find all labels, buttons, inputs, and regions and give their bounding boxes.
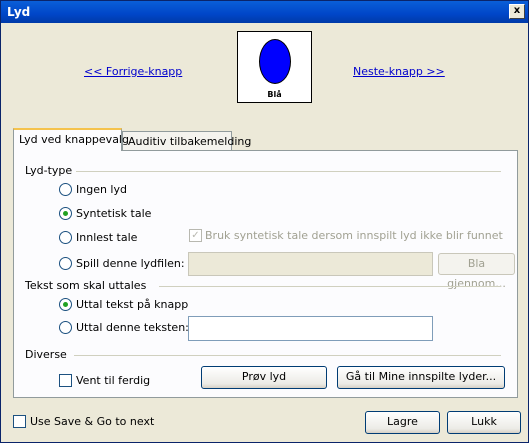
radio-synthetic-speech[interactable]: [59, 207, 72, 220]
radio-speak-button-text-label: Uttal tekst på knapp: [76, 298, 189, 311]
radio-no-sound-label: Ingen lyd: [76, 183, 127, 196]
try-sound-button[interactable]: Prøv lyd: [201, 366, 327, 389]
previous-button-link[interactable]: << Forrige-knapp: [84, 65, 182, 78]
radio-play-file[interactable]: [59, 257, 72, 270]
goto-recorded-sounds-button[interactable]: Gå til Mine innspilte lyder...: [337, 366, 505, 389]
custom-text-input[interactable]: [188, 316, 433, 341]
next-button-link[interactable]: Neste-knapp >>: [353, 65, 445, 78]
radio-speak-custom-text[interactable]: [59, 321, 72, 334]
fallback-synthetic-label: Bruk syntetisk tale dersom innspilt lyd …: [205, 229, 503, 242]
radio-play-file-label: Spill denne lydfilen:: [76, 257, 185, 270]
save-and-next-label: Use Save & Go to next: [30, 415, 155, 428]
sound-file-field[interactable]: [188, 252, 433, 276]
save-button[interactable]: Lagre: [365, 411, 440, 434]
window-title: Lyd: [7, 5, 31, 19]
speak-text-separator: [159, 286, 501, 287]
radio-synthetic-speech-label: Syntetisk tale: [76, 207, 152, 220]
radio-speak-button-text[interactable]: [59, 298, 72, 311]
sound-type-separator: [76, 171, 501, 172]
radio-no-sound[interactable]: [59, 183, 72, 196]
tab-sound-on-select[interactable]: Lyd ved knappevalg: [13, 128, 129, 151]
preview-caption: Blå: [267, 90, 282, 99]
wait-checkbox-label: Vent til ferdig: [76, 374, 151, 387]
radio-speak-custom-text-label: Uttal denne teksten:: [76, 321, 189, 334]
wait-checkbox[interactable]: [59, 374, 72, 387]
tab-auditory-feedback[interactable]: Auditiv tilbakemelding: [122, 131, 251, 151]
misc-separator: [74, 355, 501, 356]
button-preview: Blå: [237, 31, 312, 103]
blue-oval-icon: [259, 39, 291, 84]
tab-panel: Lyd-type Ingen lyd Syntetisk tale Innles…: [13, 150, 518, 398]
radio-recorded-speech[interactable]: [59, 231, 72, 244]
fallback-synthetic-checkbox[interactable]: ✓: [189, 229, 202, 242]
save-and-next-checkbox[interactable]: [13, 415, 26, 428]
dialog-window: Lyd x << Forrige-knapp Blå Neste-knapp >…: [0, 0, 529, 443]
title-bar: Lyd x: [1, 1, 528, 23]
sound-type-heading: Lyd-type: [25, 164, 73, 177]
close-button[interactable]: Lukk: [447, 411, 521, 434]
misc-heading: Diverse: [25, 348, 67, 361]
radio-recorded-speech-label: Innlest tale: [76, 231, 138, 244]
close-icon[interactable]: x: [509, 4, 525, 19]
speak-text-heading: Tekst som skal uttales: [25, 279, 147, 292]
browse-button[interactable]: Bla gjennom...: [438, 253, 515, 290]
